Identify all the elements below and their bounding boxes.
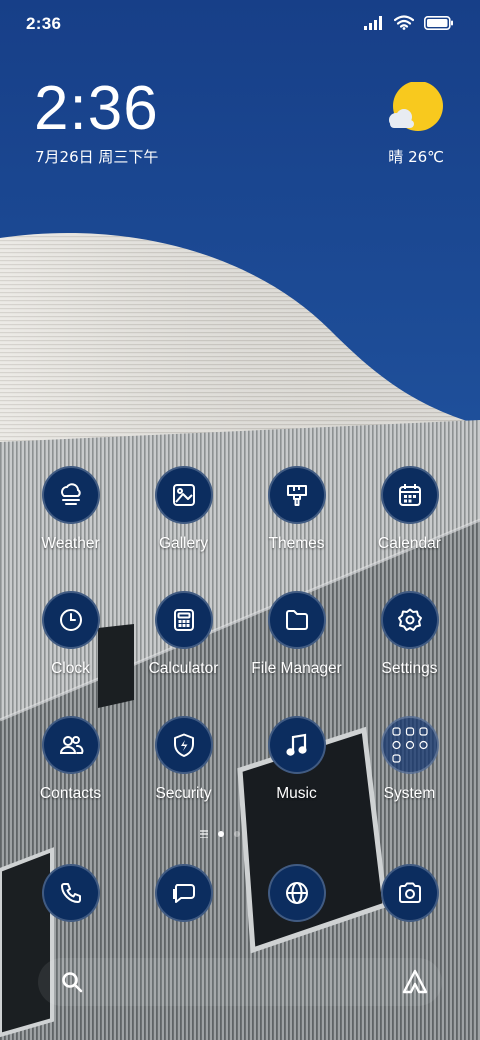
folder-grid-icon (380, 716, 439, 774)
app-security[interactable]: Security (127, 716, 240, 803)
wifi-icon (393, 15, 415, 34)
status-bar: 2:36 (0, 0, 480, 50)
app-calendar[interactable]: Calendar (353, 466, 466, 553)
app-label: Music (276, 785, 317, 802)
app-label: File Manager (251, 660, 342, 677)
app-label: Calendar (378, 535, 441, 552)
messages-icon (154, 864, 213, 922)
app-label: Gallery (158, 535, 209, 552)
music-note-icon (267, 716, 326, 774)
app-system-folder[interactable]: System (353, 716, 466, 803)
app-file-manager[interactable]: File Manager (240, 591, 353, 678)
dock-camera[interactable] (353, 864, 466, 922)
themes-icon (267, 466, 326, 524)
clock-icon (41, 591, 100, 649)
assistant-icon[interactable] (400, 968, 430, 1000)
weather-icon (41, 466, 100, 524)
app-settings[interactable]: Settings (353, 591, 466, 678)
battery-icon (424, 15, 454, 34)
clock-widget-time[interactable]: 2:36 (34, 78, 159, 140)
app-label: Clock (51, 660, 90, 677)
signal-icon (364, 15, 384, 34)
app-themes[interactable]: Themes (240, 466, 353, 553)
page-indicator-current (218, 831, 224, 837)
page-indicator[interactable] (200, 830, 240, 838)
app-label: System (383, 785, 436, 802)
app-weather[interactable]: Weather (14, 466, 127, 553)
status-time: 2:36 (26, 14, 62, 33)
page-indicator-dot (234, 831, 240, 837)
calculator-icon (154, 591, 213, 649)
shield-icon (154, 716, 213, 774)
browser-globe-icon (267, 864, 326, 922)
gallery-icon (154, 466, 213, 524)
gear-icon (380, 591, 439, 649)
weather-text: 晴 26℃ (388, 148, 444, 166)
app-label: Security (155, 785, 212, 802)
camera-icon (380, 864, 439, 922)
app-clock[interactable]: Clock (14, 591, 127, 678)
app-label: Themes (268, 535, 325, 552)
contacts-icon (41, 716, 100, 774)
app-calculator[interactable]: Calculator (127, 591, 240, 678)
calendar-icon (380, 466, 439, 524)
phone-icon (41, 864, 100, 922)
app-label: Settings (381, 660, 438, 677)
app-music[interactable]: Music (240, 716, 353, 803)
dock-messages[interactable] (127, 864, 240, 922)
app-gallery[interactable]: Gallery (127, 466, 240, 553)
sunny-icon (386, 81, 446, 146)
app-label: Calculator (148, 660, 219, 677)
dock-browser[interactable] (240, 864, 353, 922)
page-indicator-minus-one (200, 830, 208, 838)
search-bar[interactable] (38, 958, 442, 1006)
app-contacts[interactable]: Contacts (14, 716, 127, 803)
app-label: Contacts (39, 785, 102, 802)
dock-phone[interactable] (14, 864, 127, 922)
app-label: Weather (41, 535, 100, 552)
search-icon[interactable] (60, 970, 84, 998)
clock-widget-date: 7月26日 周三下午 (35, 148, 159, 166)
folder-icon (267, 591, 326, 649)
